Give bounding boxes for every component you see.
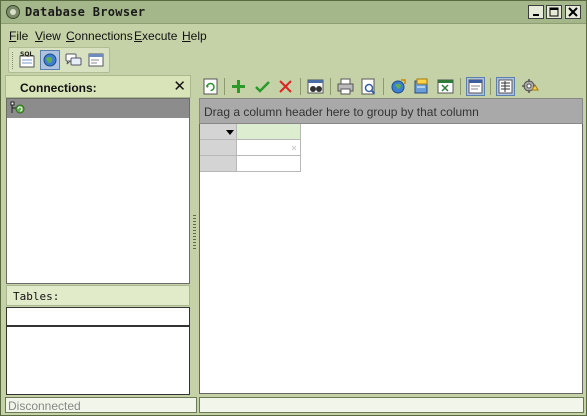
tables-label: Tables:: [13, 290, 60, 303]
group-panel-toggle[interactable]: [466, 77, 485, 96]
menu-bar: File View Connections Execute Help: [1, 25, 586, 46]
gear-icon: [522, 79, 539, 93]
grid-header-indicator[interactable]: [200, 124, 237, 140]
toolbar-separator: [490, 78, 491, 95]
window-icon: [88, 53, 104, 67]
commit-button[interactable]: [253, 77, 272, 96]
group-panel-icon: [468, 79, 483, 94]
svg-text:SQL: SQL: [20, 51, 33, 58]
menu-execute-accel: E: [134, 29, 143, 43]
toolbar-separator: [224, 78, 225, 95]
menu-help-label: elp: [190, 29, 207, 43]
pane-splitter[interactable]: [192, 75, 197, 395]
cell-marker-icon: [291, 145, 297, 151]
title-bar[interactable]: Database Browser: [1, 1, 586, 24]
connection-root-icon: [10, 101, 25, 114]
menu-help-accel: H: [182, 29, 191, 43]
app-window: Database Browser File View Connections E…: [0, 0, 587, 416]
main-toolbar: SQL: [8, 47, 110, 73]
status-panel-connection: Disconnected: [5, 397, 197, 413]
export-globe-icon: [391, 79, 406, 94]
connections-tree[interactable]: [6, 98, 190, 284]
export-excel-button[interactable]: [436, 77, 455, 96]
grid-column-header[interactable]: [237, 124, 301, 140]
group-by-hint: Drag a column header here to group by th…: [204, 105, 479, 119]
menu-help[interactable]: Help: [182, 29, 207, 43]
globe-icon: [43, 53, 57, 67]
sql-icon: SQL: [19, 51, 35, 68]
window-list-button[interactable]: [86, 50, 106, 70]
columns-icon: [498, 79, 513, 94]
grid-cell[interactable]: [237, 140, 301, 156]
minimize-button[interactable]: [528, 5, 544, 19]
columns-button[interactable]: [496, 77, 515, 96]
status-panel-info: [199, 397, 584, 413]
find-button[interactable]: [306, 77, 325, 96]
toolbar-separator: [460, 78, 461, 95]
app-icon: [6, 5, 20, 19]
menu-connections-accel: C: [66, 29, 75, 43]
menu-execute-label: xecute: [142, 29, 178, 43]
grid-cell[interactable]: [237, 156, 301, 172]
maximize-button[interactable]: [546, 5, 562, 19]
toolbar-separator: [330, 78, 331, 95]
database-browser-button[interactable]: [40, 50, 60, 70]
printer-icon: [337, 78, 354, 95]
splitter-grip[interactable]: [193, 215, 196, 251]
binoculars-icon: [307, 79, 324, 94]
connection-status-text: Disconnected: [8, 399, 81, 413]
menu-view-label: iew: [42, 29, 61, 43]
connections-header: Connections: ✕: [5, 75, 191, 98]
print-preview-icon: [361, 78, 376, 95]
close-button[interactable]: [565, 5, 581, 19]
toolbar-separator: [300, 78, 301, 95]
results-grid[interactable]: [199, 124, 583, 394]
window-title: Database Browser: [25, 5, 146, 19]
connections-pane: Connections: ✕ Tables:: [5, 75, 191, 395]
print-button[interactable]: [336, 77, 355, 96]
checkmark-icon: [255, 81, 270, 93]
menu-connections[interactable]: Connections: [66, 29, 133, 43]
export-button[interactable]: [389, 77, 408, 96]
tables-header: Tables:: [6, 285, 190, 306]
spreadsheet-icon: [437, 79, 454, 94]
cross-icon: [279, 80, 292, 93]
menu-view-accel: V: [35, 29, 43, 43]
toolbar-separator: [383, 78, 384, 95]
settings-button[interactable]: [520, 77, 539, 96]
chat-icon: [65, 53, 82, 66]
messages-button[interactable]: [63, 50, 83, 70]
menu-file[interactable]: File: [9, 29, 28, 43]
grid-row-header[interactable]: [200, 156, 237, 172]
refresh-button[interactable]: [201, 77, 220, 96]
sql-editor-button[interactable]: SQL: [17, 50, 37, 70]
tables-list[interactable]: [6, 326, 190, 395]
export-html-button[interactable]: [412, 77, 431, 96]
add-row-button[interactable]: [229, 77, 248, 96]
toolbar-grip[interactable]: [12, 52, 14, 69]
print-preview-button[interactable]: [359, 77, 378, 96]
tables-filter-input[interactable]: [6, 307, 190, 326]
row-indicator-arrow-icon: [226, 130, 234, 135]
plus-icon: [232, 80, 245, 93]
group-by-panel[interactable]: Drag a column header here to group by th…: [199, 98, 583, 124]
refresh-icon: [203, 78, 218, 95]
connections-title: Connections:: [20, 81, 97, 95]
menu-connections-label: onnections: [74, 29, 133, 43]
connections-close-icon[interactable]: ✕: [173, 79, 186, 94]
menu-execute[interactable]: Execute: [134, 29, 177, 43]
connection-node[interactable]: [7, 99, 189, 118]
results-pane: Drag a column header here to group by th…: [198, 75, 584, 395]
book-icon: [414, 78, 428, 94]
menu-view[interactable]: View: [35, 29, 61, 43]
menu-file-label: ile: [16, 29, 29, 43]
grid-row-header[interactable]: [200, 140, 237, 156]
cancel-button[interactable]: [276, 77, 295, 96]
grid-toolbar: [198, 75, 584, 98]
